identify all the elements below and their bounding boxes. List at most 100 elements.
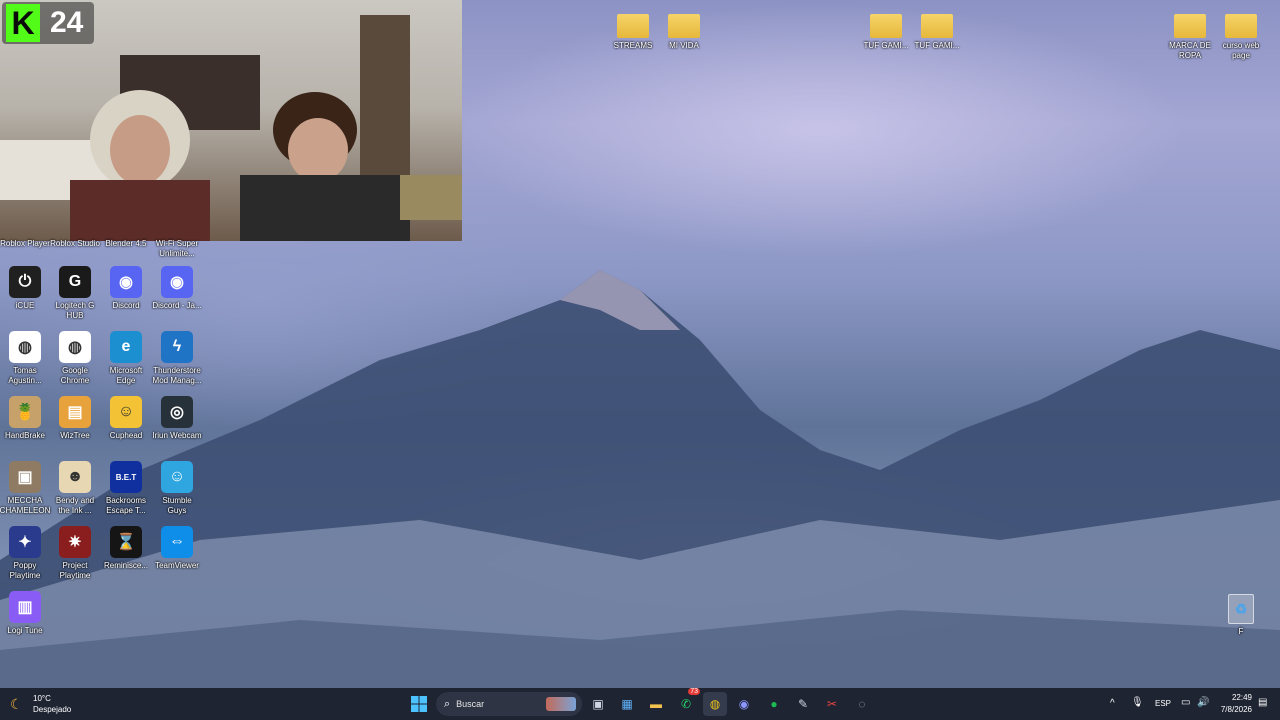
desktop-folder-mi-vida[interactable]: MI VIDA [659,6,709,51]
desktop-icon-logitech-g-hub[interactable]: G Logitech G HUB [50,262,100,321]
desktop-icon-thunderstore-mod-manag[interactable]: ϟ Thunderstore Mod Manag... [152,327,202,386]
desktop-icon-project-playtime[interactable]: ✷ Project Playtime [50,522,100,581]
app-icon: ▥ [9,591,41,623]
app-icon: ✦ [9,526,41,558]
network-icon[interactable]: ▭ [1181,697,1190,708]
desktop-icon-icue[interactable]: ⏻ iCUE [0,262,50,311]
obs-icon[interactable]: ◌ [850,692,874,716]
folder-icon [1225,14,1257,38]
app-icon: e [110,331,142,363]
microsoft-store-icon[interactable]: ▦ [615,692,639,716]
spotify-icon[interactable]: ● [762,692,786,716]
start-button[interactable] [407,692,431,716]
desktop-icon-tomas-agustin[interactable]: ◍ Tomas Agustin... [0,327,50,386]
icon-label: Logi Tune [7,626,43,635]
discord-icon[interactable]: ◉ [732,692,756,716]
pen-tool-icon[interactable]: ✎ [791,692,815,716]
icon-label: Cuphead [109,431,143,440]
desktop-icon-partial[interactable]: Roblox Studio [50,236,100,249]
weather-desc[interactable]: Despejado [33,705,71,714]
desktop-icon-discord[interactable]: ◉ Discord [101,262,151,311]
desktop-icon-reminisce[interactable]: ⌛ Reminisce... [101,522,151,571]
desktop-folder-tuf-1[interactable]: TUF GAMI... [861,6,911,51]
desktop-icon-stumble-guys[interactable]: ☺ Stumble Guys [152,457,202,516]
kick-logo-icon: K [6,4,40,42]
desktop-icon-partial[interactable]: Wi-Fi Super Unlimite... [152,236,202,259]
icon-label: Discord - Ja... [152,301,202,310]
desktop-folder-marca-de-ropa[interactable]: MARCA DE ROPA [1165,6,1215,61]
icon-label: Logitech G HUB [55,301,95,320]
desktop-icon-google-chrome[interactable]: ◍ Google Chrome [50,327,100,386]
desktop-icon-logi-tune[interactable]: ▥ Logi Tune [0,587,50,636]
app-icon: 🍍 [9,396,41,428]
app-icon: ▤ [59,396,91,428]
recycle-bin[interactable]: ♻ F [1216,590,1266,637]
clock-time[interactable]: 22:49 [1220,693,1252,702]
tray-chevron-up-icon[interactable]: ^ [1110,698,1115,709]
desktop-folder-tuf-2[interactable]: TUF GAMI... [912,6,962,51]
weather-temp[interactable]: 10°C [33,694,51,703]
taskbar-search[interactable]: ⌕ Buscar [436,692,582,716]
app-icon: ◍ [59,331,91,363]
desktop-icon-iriun-webcam[interactable]: ◎ Iriun Webcam [152,392,202,441]
desktop-icon-bendy-and-the-ink[interactable]: ☻ Bendy and the Ink ... [50,457,100,516]
app-icon: ✷ [59,526,91,558]
notifications-icon[interactable]: ▤ [1258,697,1267,708]
icon-label: Thunderstore Mod Manag... [152,366,202,385]
recycle-bin-icon: ♻ [1228,594,1254,624]
desktop-icon-discord-ja[interactable]: ◉ Discord - Ja... [152,262,202,311]
icon-label: Iriun Webcam [152,431,202,440]
icon-label: Google Chrome [60,366,90,385]
file-explorer-icon[interactable]: ▬ [644,692,668,716]
desktop-icon-poppy-playtime[interactable]: ✦ Poppy Playtime [0,522,50,581]
volume-icon[interactable]: 🔊 [1197,697,1209,708]
folder-icon [617,14,649,38]
folder-icon [1174,14,1206,38]
search-placeholder: Buscar [456,699,485,709]
app-icon: B.E.T [110,461,142,493]
desktop-icon-teamviewer[interactable]: ⇔ TeamViewer [152,522,202,571]
desktop-icon-handbrake[interactable]: 🍍 HandBrake [0,392,50,441]
app-icon: ▣ [9,461,41,493]
weather-moon-icon: ☾ [10,696,23,712]
icon-label: Stumble Guys [162,496,192,515]
search-highlight-image [546,697,576,711]
windows-logo-icon [411,696,427,712]
app-icon: ☺ [161,461,193,493]
desktop-icon-cuphead[interactable]: ☺ Cuphead [101,392,151,441]
task-view-icon[interactable]: ▣ [586,692,610,716]
desktop-icon-backrooms-escape-t[interactable]: B.E.T Backrooms Escape T... [101,457,151,516]
icon-label: MECCHA CHAMELEON [0,496,51,515]
icon-label: Discord [112,301,140,310]
desktop-icon-partial[interactable]: Roblox Player [0,236,50,249]
snipping-tool-icon[interactable]: ✂ [820,692,844,716]
app-icon: ⌛ [110,526,142,558]
app-icon: ◉ [110,266,142,298]
clock-date[interactable]: 7/8/2026 [1214,705,1252,714]
desktop-icon-partial[interactable]: Blender 4.5 [101,236,151,249]
app-icon: ⇔ [161,526,193,558]
viewer-count: 24 [50,6,84,39]
chrome-icon[interactable]: ◍ [703,692,727,716]
icon-label: iCUE [15,301,35,310]
desktop-icon-meccha-chameleon[interactable]: ▣ MECCHA CHAMELEON [0,457,50,516]
app-icon: ◍ [9,331,41,363]
search-icon: ⌕ [444,697,451,710]
icon-label: Backrooms Escape T... [105,496,146,515]
desktop-folder-streams[interactable]: STREAMS [608,6,658,51]
desktop-icon-microsoft-edge[interactable]: e Microsoft Edge [101,327,151,386]
folder-icon [870,14,902,38]
icon-label: Poppy Playtime [9,561,41,580]
language-indicator[interactable]: ESP [1155,699,1171,708]
icon-label: Tomas Agustin... [8,366,42,385]
folder-icon [921,14,953,38]
app-icon: ◉ [161,266,193,298]
icon-label: Microsoft Edge [109,366,143,385]
whatsapp-icon[interactable]: ✆ 73 [674,688,700,716]
app-icon: ☻ [59,461,91,493]
microphone-icon[interactable]: 🎙 [1131,697,1144,708]
icon-label: Reminisce... [103,561,148,570]
desktop-icon-wiztree[interactable]: ▤ WizTree [50,392,100,441]
desktop-folder-curso-web-page[interactable]: curso web page [1216,6,1266,61]
webcam-overlay: K 24 [0,0,462,241]
